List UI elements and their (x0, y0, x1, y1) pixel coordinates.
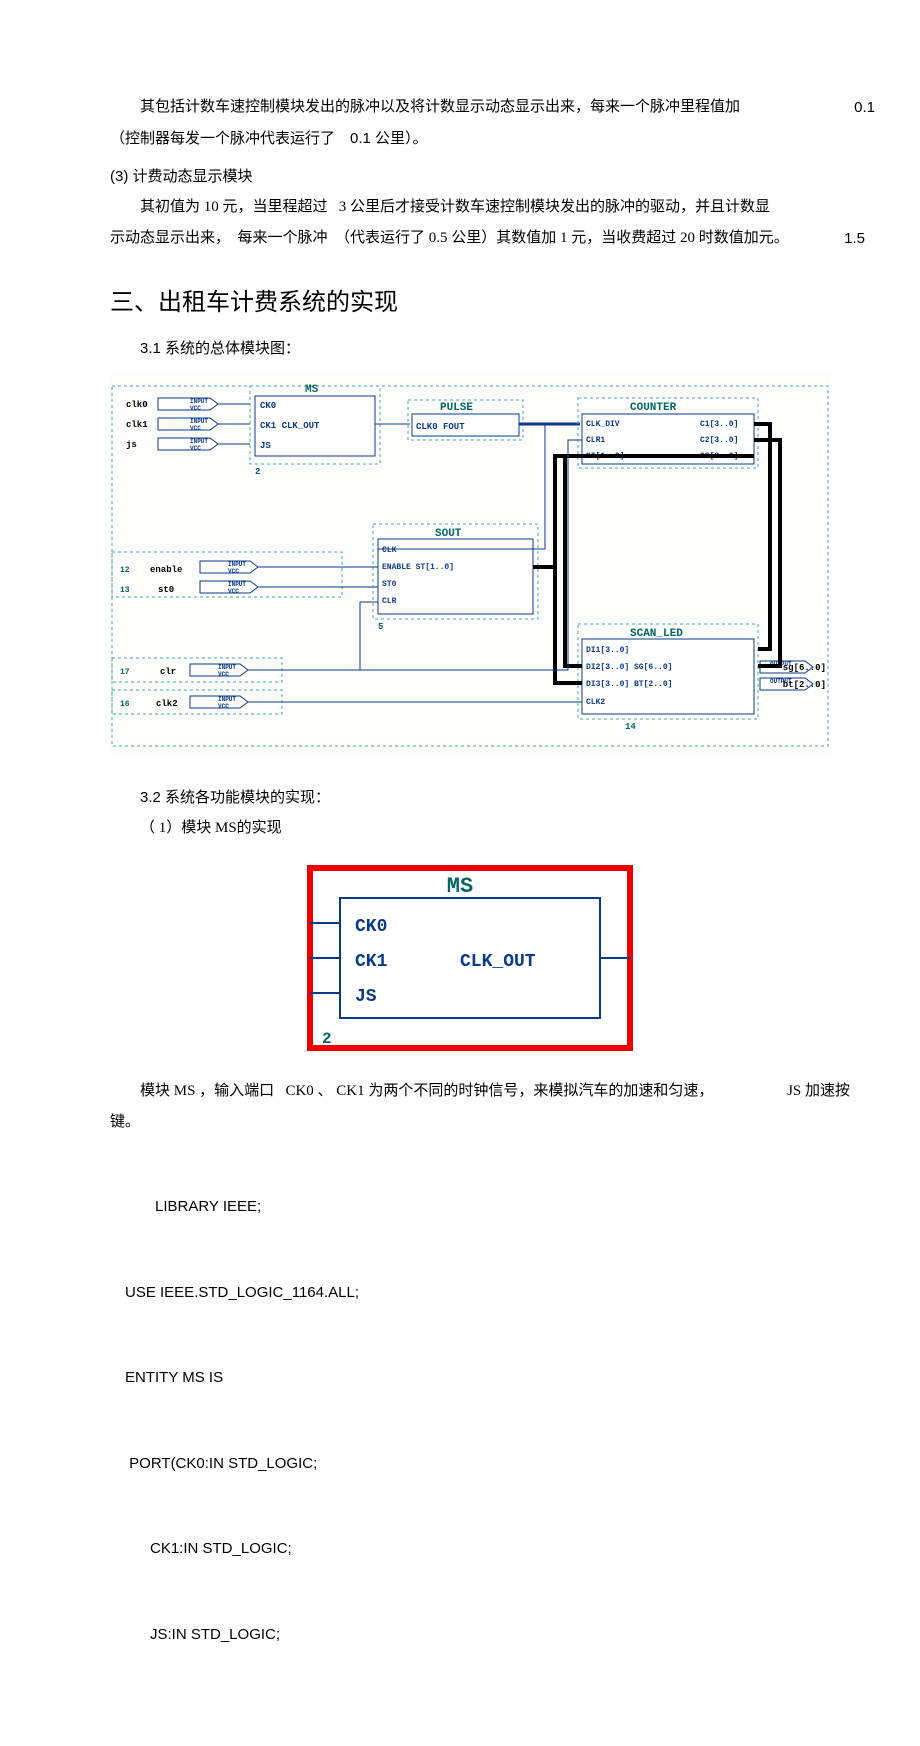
section-3-title: (3) 计费动态显示模块 (110, 163, 810, 190)
svg-text:CK0: CK0 (260, 401, 276, 411)
svg-text:ENABLE ST[1..0]: ENABLE ST[1..0] (382, 563, 454, 572)
label-clk1: clk1 (126, 420, 148, 430)
svg-text:ST0: ST0 (382, 580, 397, 589)
svg-text:C1[3..0]: C1[3..0] (700, 420, 738, 429)
svg-text:CK1: CK1 (355, 952, 388, 972)
svg-text:14: 14 (625, 722, 636, 732)
svg-text:INPUT: INPUT (228, 581, 246, 588)
p1-l2b: 0.1 公里）。 (350, 130, 428, 147)
label-js: js (126, 440, 137, 450)
svg-text:CLK_DIV: CLK_DIV (586, 420, 620, 429)
svg-text:13: 13 (120, 586, 130, 595)
code-line-4: PORT(CK0:IN STD_LOGIC; (125, 1450, 810, 1479)
svg-text:VCC: VCC (190, 405, 201, 412)
svg-text:CLR1: CLR1 (586, 436, 605, 445)
svg-text:CK1 CLK_OUT: CK1 CLK_OUT (260, 421, 320, 431)
svg-text:12: 12 (120, 566, 130, 575)
svg-text:16: 16 (120, 700, 130, 709)
p1-text: 其包括计数车速控制模块发出的脉冲以及将计数显示动态显示出来，每来一个脉冲里程值加 (140, 99, 740, 115)
svg-text:INPUT: INPUT (218, 696, 236, 703)
svg-text:DI2[3..0] SG[6..0]: DI2[3..0] SG[6..0] (586, 663, 672, 672)
svg-text:INPUT: INPUT (190, 418, 208, 425)
section-3-2: 3.2 系统各功能模块的实现： (140, 784, 810, 811)
svg-text:CLK_OUT: CLK_OUT (460, 952, 536, 972)
svg-text:MS: MS (447, 874, 473, 899)
svg-text:SCAN_LED: SCAN_LED (630, 628, 683, 640)
svg-text:INPUT: INPUT (218, 664, 236, 671)
svg-text:PULSE: PULSE (440, 402, 473, 414)
p3-l1a: 模块 MS ，输入端口 (140, 1083, 274, 1099)
svg-text:DI1[3..0]: DI1[3..0] (586, 646, 629, 655)
svg-text:17: 17 (120, 668, 130, 677)
svg-text:JS: JS (260, 441, 271, 451)
p2-l2a: 示动态显示出来， (110, 230, 230, 246)
block-diagram-overall: clk0 INPUT VCC clk1 INPUT VCC js INPUT V… (110, 374, 830, 754)
svg-text:SOUT: SOUT (435, 528, 462, 540)
p3-suffix: JS 加速按 (757, 1078, 850, 1105)
code-line-5: CK1:IN STD_LOGIC; (125, 1535, 810, 1564)
svg-text:5: 5 (378, 622, 383, 632)
svg-text:MS: MS (305, 384, 319, 396)
svg-text:INPUT: INPUT (190, 438, 208, 445)
p2-l1b: 3 公里后才接受计数车速控制模块发出的脉冲的驱动，并且计数显 (339, 199, 770, 215)
label-clk2: clk2 (156, 699, 178, 709)
svg-text:CK0: CK0 (355, 917, 387, 937)
label-clk0: clk0 (126, 400, 148, 410)
p2-suffix: 1.5 (844, 225, 865, 252)
code-line-1: LIBRARY IEEE; (155, 1193, 810, 1222)
paragraph-1-line1: 其包括计数车速控制模块发出的脉冲以及将计数显示动态显示出来，每来一个脉冲里程值加… (110, 94, 810, 121)
code-block: LIBRARY IEEE; USE IEEE.STD_LOGIC_1164.AL… (125, 1136, 810, 1706)
svg-text:VCC: VCC (228, 588, 239, 595)
svg-text:VCC: VCC (228, 568, 239, 575)
svg-text:INPUT: INPUT (190, 398, 208, 405)
section-3-1: 3.1 系统的总体模块图： (140, 335, 810, 362)
p2-l1a: 其初值为 10 元，当里程超过 (140, 199, 328, 215)
code-line-6: JS:IN STD_LOGIC; (125, 1621, 810, 1650)
paragraph-3-line2: 键。 (110, 1109, 810, 1136)
label-sg-out: sg[6..0] (783, 663, 826, 673)
paragraph-1-line2: （控制器每发一个脉冲代表运行了 0.1 公里）。 (110, 125, 810, 153)
paragraph-2-line2: 示动态显示出来， 每来一个脉冲 （代表运行了 0.5 公里）其数值加 1 元，当… (110, 225, 810, 252)
p3-l1b: CK0 、 CK1 为两个不同的时钟信号，来模拟汽车的加速和匀速， (285, 1083, 713, 1099)
svg-text:2: 2 (322, 1030, 332, 1048)
svg-text:CLR: CLR (382, 597, 397, 606)
code-line-3: ENTITY MS IS (125, 1364, 810, 1393)
label-bt-out: bt[2..0] (783, 680, 826, 690)
p2-l2b: 每来一个脉冲 (238, 230, 328, 246)
label-clr: clr (160, 667, 176, 677)
p2-l2c: （代表运行了 0.5 公里）其数值加 1 元，当收费超过 20 时数值加元。 (335, 230, 789, 246)
label-enable: enable (150, 565, 182, 575)
svg-text:CLK: CLK (382, 546, 397, 555)
svg-text:DI3[3..0] BT[2..0]: DI3[3..0] BT[2..0] (586, 680, 672, 689)
paragraph-3-line1: 模块 MS ，输入端口 CK0 、 CK1 为两个不同的时钟信号，来模拟汽车的加… (110, 1078, 810, 1105)
svg-text:INPUT: INPUT (228, 561, 246, 568)
svg-text:CLK0 FOUT: CLK0 FOUT (416, 422, 465, 432)
svg-text:CLK2: CLK2 (586, 698, 605, 707)
svg-text:VCC: VCC (218, 703, 229, 710)
label-st0: st0 (158, 585, 174, 595)
svg-text:COUNTER: COUNTER (630, 402, 677, 414)
svg-text:JS: JS (355, 987, 377, 1007)
svg-text:VCC: VCC (190, 425, 201, 432)
p1-l2a: （控制器每发一个脉冲代表运行了 (110, 130, 335, 147)
heading-section-3: 三、出租车计费系统的实现 (110, 282, 810, 325)
svg-text:C2[3..0]: C2[3..0] (700, 436, 738, 445)
block-diagram-ms: MS CK0 CK1 CLK_OUT JS 2 (260, 858, 660, 1058)
svg-text:VCC: VCC (190, 445, 201, 452)
paragraph-2-line1: 其初值为 10 元，当里程超过 3 公里后才接受计数车速控制模块发出的脉冲的驱动… (110, 194, 810, 221)
svg-text:2: 2 (255, 467, 260, 477)
svg-text:VCC: VCC (218, 671, 229, 678)
section-3-2-1: （ 1）模块 MS的实现 (140, 815, 810, 842)
p1-suffix: 0.1 (824, 94, 875, 121)
